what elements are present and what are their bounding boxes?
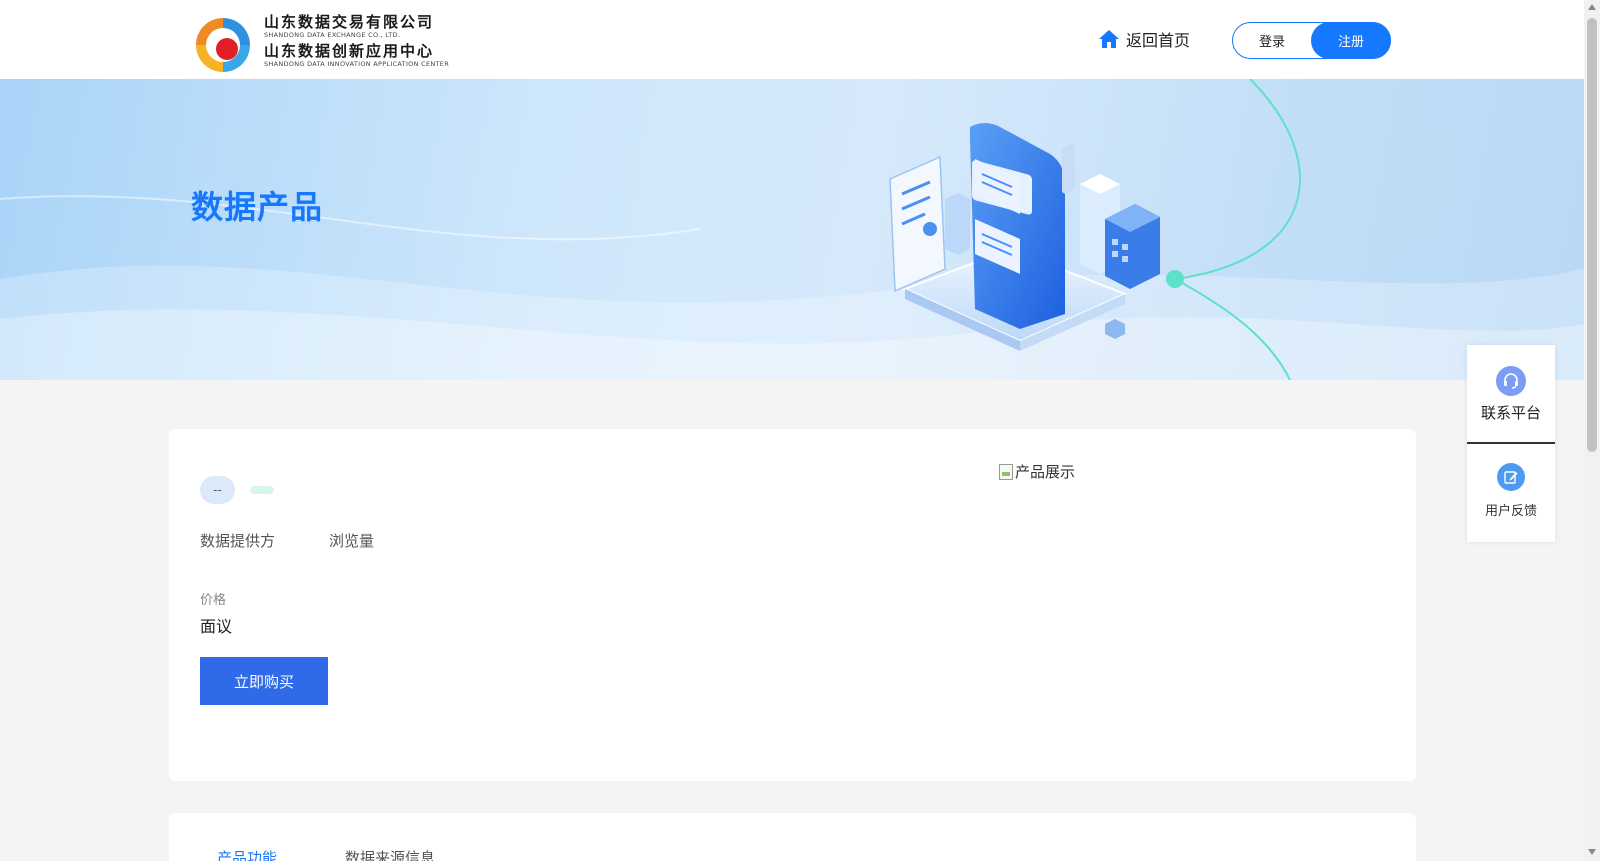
headset-icon xyxy=(1496,366,1526,396)
price-value: 面议 xyxy=(200,617,233,636)
product-tag-empty xyxy=(250,486,274,494)
login-button[interactable]: 登录 xyxy=(1233,23,1311,58)
product-image-alt: 产品展示 xyxy=(1015,463,1076,481)
product-tag: -- xyxy=(200,476,235,504)
provider-label: 数据提供方 xyxy=(200,532,276,550)
scroll-up-arrow-icon[interactable] xyxy=(1588,4,1596,10)
views-label: 浏览量 xyxy=(329,532,375,550)
product-image: 产品展示 xyxy=(999,461,1075,482)
user-feedback-button[interactable]: 用户反馈 xyxy=(1467,463,1555,519)
home-link-label: 返回首页 xyxy=(1126,31,1191,50)
site-logo[interactable]: 山东数据交易有限公司 SHANDONG DATA EXCHANGE CO., L… xyxy=(192,12,462,78)
site-header: 山东数据交易有限公司 SHANDONG DATA EXCHANGE CO., L… xyxy=(0,0,1584,79)
logo-text-company-en: SHANDONG DATA EXCHANGE CO., LTD. xyxy=(264,31,401,39)
logo-mark-icon xyxy=(196,18,250,72)
user-feedback-label: 用户反馈 xyxy=(1484,504,1537,519)
logo-text-center: 山东数据创新应用中心 xyxy=(264,42,435,60)
logo-text-center-en: SHANDONG DATA INNOVATION APPLICATION CEN… xyxy=(264,60,450,68)
logo-text-company: 山东数据交易有限公司 xyxy=(264,13,435,31)
buy-now-button[interactable]: 立即购买 xyxy=(200,657,328,705)
page-banner: 数据产品 xyxy=(0,79,1584,380)
home-icon xyxy=(1099,30,1119,48)
contact-platform-label: 联系平台 xyxy=(1480,404,1541,422)
product-card: -- 数据提供方 浏览量 价格 面议 立即购买 产品展示 xyxy=(169,429,1416,781)
page-title: 数据产品 xyxy=(191,188,324,226)
float-panel: 联系平台 用户反馈 xyxy=(1467,345,1555,542)
scroll-down-arrow-icon[interactable] xyxy=(1588,849,1596,855)
scroll-thumb[interactable] xyxy=(1587,18,1597,452)
broken-image-icon xyxy=(999,463,1013,480)
tab-data-source[interactable]: 数据来源信息 xyxy=(345,847,435,861)
contact-platform-button[interactable]: 联系平台 xyxy=(1467,366,1555,423)
page-scrollbar[interactable] xyxy=(1584,0,1600,861)
float-divider xyxy=(1467,442,1555,444)
price-label: 价格 xyxy=(200,593,227,608)
tab-product-features[interactable]: 产品功能 xyxy=(217,847,277,861)
register-button[interactable]: 注册 xyxy=(1311,22,1391,59)
home-link[interactable]: 返回首页 xyxy=(1098,27,1190,51)
detail-tabs-card: 产品功能 数据来源信息 xyxy=(169,813,1416,861)
edit-icon xyxy=(1497,463,1525,491)
auth-switch: 登录 注册 xyxy=(1232,22,1391,59)
banner-illustration xyxy=(0,79,1584,380)
